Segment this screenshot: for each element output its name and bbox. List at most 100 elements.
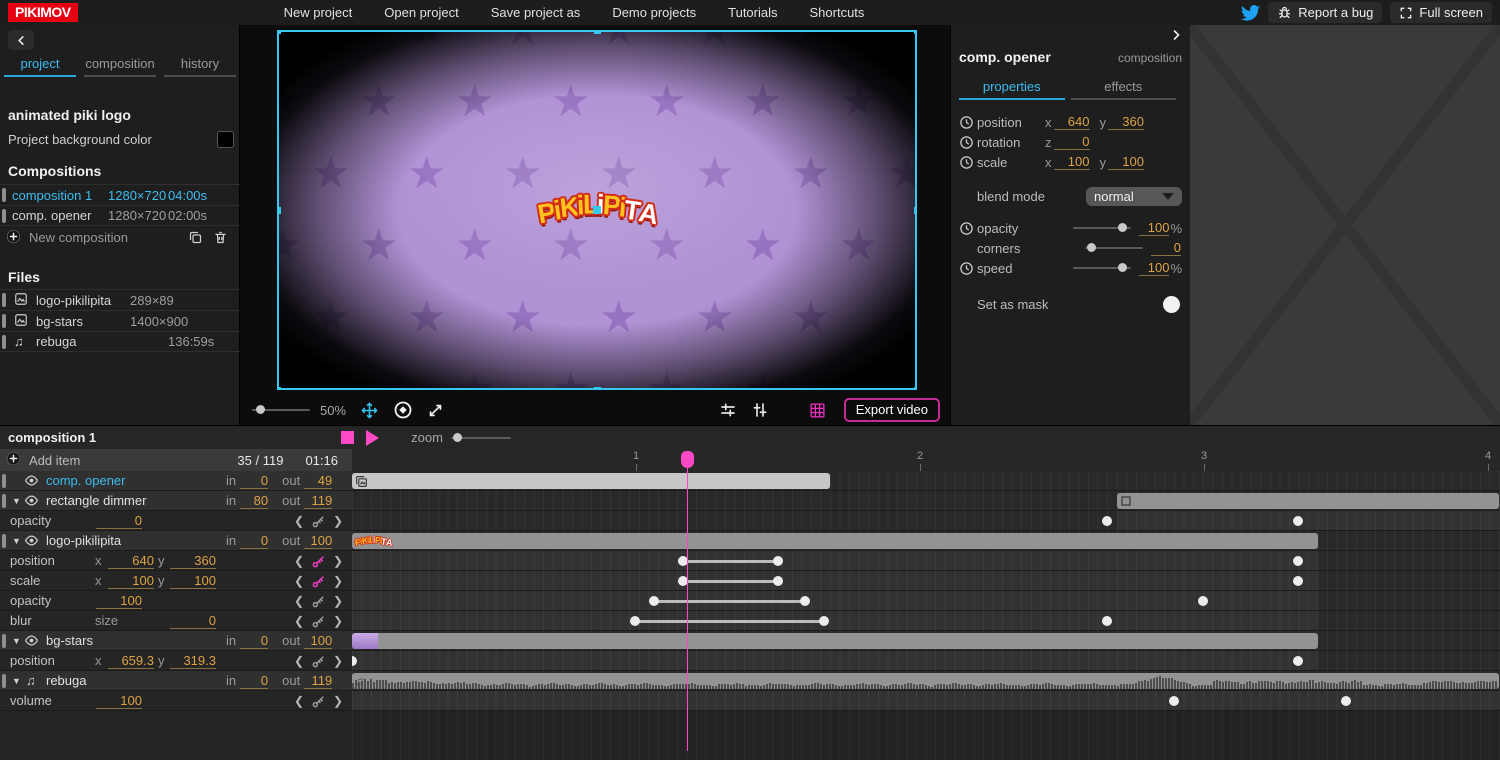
duplicate-icon[interactable]: [188, 230, 203, 245]
report-bug-button[interactable]: Report a bug: [1268, 2, 1382, 23]
tab-composition[interactable]: composition: [84, 53, 156, 77]
field-value[interactable]: 100: [170, 573, 216, 589]
in-value[interactable]: 0: [240, 633, 268, 649]
grid-icon[interactable]: [809, 402, 826, 419]
anchor-point[interactable]: [593, 206, 601, 214]
layer-name[interactable]: logo-pikilipita: [46, 533, 121, 548]
composition-item[interactable]: comp. opener1280×72002:00s: [0, 205, 240, 226]
menu-item-shortcuts[interactable]: Shortcuts: [794, 1, 881, 24]
tab-effects[interactable]: effects: [1071, 79, 1177, 100]
stop-button[interactable]: [341, 431, 354, 444]
corners-input[interactable]: 0: [1151, 240, 1181, 256]
field-value[interactable]: 100: [96, 593, 142, 609]
previous-keyframe-button[interactable]: ❮: [294, 554, 304, 568]
stopwatch-icon[interactable]: [959, 115, 977, 130]
composition-item[interactable]: composition 11280×72004:00s: [0, 184, 240, 205]
out-value[interactable]: 100: [304, 633, 332, 649]
menu-item-open-project[interactable]: Open project: [368, 1, 474, 24]
file-item[interactable]: bg-stars1400×900: [0, 310, 240, 331]
field-value[interactable]: 100: [108, 573, 154, 589]
next-keyframe-button[interactable]: ❯: [333, 554, 343, 568]
timeline-layer-row[interactable]: ▼logo-pikilipitain0out100: [0, 531, 352, 551]
timeline-property-row[interactable]: opacity0❮❯: [0, 511, 352, 531]
keyframe-toggle-icon[interactable]: [311, 574, 326, 592]
previous-keyframe-button[interactable]: ❮: [294, 654, 304, 668]
out-value[interactable]: 119: [304, 493, 332, 509]
scale-tool-icon[interactable]: [427, 402, 444, 419]
keyframe-tween-bar[interactable]: [683, 560, 779, 563]
clip-bar[interactable]: [1117, 493, 1499, 509]
stopwatch-icon[interactable]: [959, 221, 977, 236]
field-value[interactable]: 0: [170, 613, 216, 629]
full-screen-button[interactable]: Full screen: [1390, 2, 1492, 23]
set-as-mask-toggle[interactable]: [1163, 296, 1180, 313]
export-video-button[interactable]: Export video: [844, 398, 940, 422]
timeline-property-track[interactable]: [352, 511, 1500, 531]
visibility-eye-icon[interactable]: [24, 493, 44, 508]
new-composition-row[interactable]: New composition: [0, 227, 240, 248]
keyframe-tween-bar[interactable]: [635, 620, 824, 623]
layer-name[interactable]: rectangle dimmer: [46, 493, 146, 508]
expand-caret[interactable]: ▼: [12, 496, 24, 506]
tab-properties[interactable]: properties: [959, 79, 1065, 100]
timeline-property-track[interactable]: [352, 551, 1500, 571]
field-value[interactable]: 360: [170, 553, 216, 569]
expand-caret[interactable]: ▼: [12, 636, 24, 646]
field-value[interactable]: 640: [108, 553, 154, 569]
in-value[interactable]: 0: [240, 533, 268, 549]
previous-keyframe-button[interactable]: ❮: [294, 694, 304, 708]
timeline-ruler[interactable]: 1234: [352, 449, 1500, 471]
speed-input[interactable]: 100: [1139, 260, 1169, 276]
clip-bar[interactable]: [352, 473, 830, 489]
next-keyframe-button[interactable]: ❯: [333, 574, 343, 588]
timeline-layer-track[interactable]: [352, 471, 1500, 491]
field-value[interactable]: 319.3: [170, 653, 216, 669]
menu-item-tutorials[interactable]: Tutorials: [712, 1, 793, 24]
composition-preview[interactable]: ★★★★★★★★★★★★★★★★★★★★★★★★★★★★★★★★★★★★★★★★…: [277, 30, 917, 390]
menu-item-new-project[interactable]: New project: [268, 1, 369, 24]
in-value[interactable]: 80: [240, 493, 268, 509]
add-item-row[interactable]: Add item 35 / 119 01:16: [0, 449, 352, 471]
timeline-property-row[interactable]: scalex100y100❮❯: [0, 571, 352, 591]
next-keyframe-button[interactable]: ❯: [333, 514, 343, 528]
timeline-property-row[interactable]: positionx659.3y319.3❮❯: [0, 651, 352, 671]
playhead-handle[interactable]: [681, 451, 694, 468]
audio-layer-icon[interactable]: ♫: [24, 673, 44, 688]
next-keyframe-button[interactable]: ❯: [333, 694, 343, 708]
selection-handle[interactable]: [277, 387, 281, 391]
drag-grip[interactable]: [2, 634, 6, 648]
timeline-layer-row[interactable]: ▼rectangle dimmerin80out119: [0, 491, 352, 511]
out-value[interactable]: 119: [304, 673, 332, 689]
keyframe-toggle-icon[interactable]: [311, 554, 326, 572]
drag-grip[interactable]: [2, 188, 6, 202]
drag-grip[interactable]: [2, 314, 6, 328]
keyframe[interactable]: [1102, 516, 1112, 526]
selection-handle[interactable]: [914, 207, 918, 214]
collapse-panel-button[interactable]: [8, 30, 34, 50]
position-y-input[interactable]: 360: [1108, 114, 1144, 130]
in-value[interactable]: 0: [240, 473, 268, 489]
out-value[interactable]: 100: [304, 533, 332, 549]
drag-grip[interactable]: [2, 534, 6, 548]
speed-slider[interactable]: [1073, 267, 1131, 269]
keyframe[interactable]: [678, 576, 688, 586]
timeline-property-track[interactable]: [352, 611, 1500, 631]
menu-item-demo-projects[interactable]: Demo projects: [596, 1, 712, 24]
keyframe-tween-bar[interactable]: [683, 580, 779, 583]
selection-handle[interactable]: [914, 30, 918, 34]
tab-project[interactable]: project: [4, 53, 76, 77]
timeline-property-row[interactable]: blursize0❮❯: [0, 611, 352, 631]
app-logo[interactable]: PIKIMOV: [8, 3, 78, 22]
timeline-layer-track[interactable]: [352, 491, 1500, 511]
drag-grip[interactable]: [2, 674, 6, 688]
play-button[interactable]: [366, 430, 379, 446]
keyframe-toggle-icon[interactable]: [311, 614, 326, 632]
scale-x-input[interactable]: 100: [1054, 154, 1090, 170]
layer-name[interactable]: rebuga: [46, 673, 86, 688]
selection-handle[interactable]: [594, 387, 601, 391]
timeline-zoom-slider[interactable]: [451, 437, 511, 439]
rotate-tool-icon[interactable]: [393, 400, 413, 420]
next-keyframe-button[interactable]: ❯: [333, 594, 343, 608]
timeline-layer-track[interactable]: ♫: [352, 671, 1500, 691]
timeline-property-row[interactable]: volume100❮❯: [0, 691, 352, 711]
